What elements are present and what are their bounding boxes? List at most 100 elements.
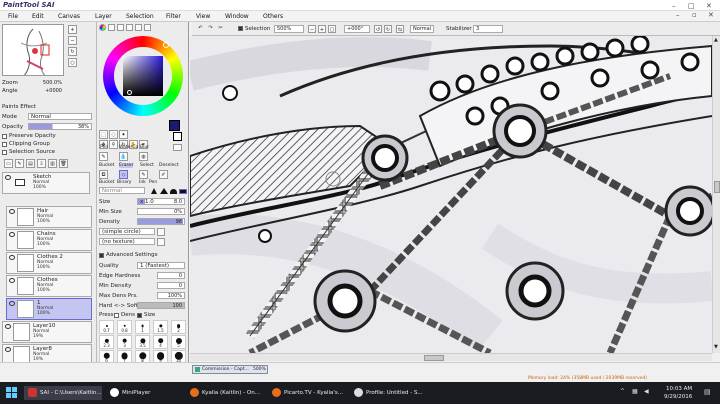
taskbar-item-profile[interactable]: Profile: Untitled - S... (350, 386, 430, 400)
new-layer-icon[interactable]: ▭ (4, 159, 13, 168)
brush-shape-sharp-icon[interactable] (151, 188, 157, 194)
visibility-icon[interactable] (5, 175, 11, 180)
opacity-slider[interactable]: 38% (28, 123, 92, 130)
taskbar-item-kyalia[interactable]: Kyalia (Kaitlin) - On... (186, 386, 264, 400)
tool-ink-label[interactable]: Ink (139, 180, 146, 185)
max-dens-slider[interactable]: 100% (157, 292, 185, 299)
preserve-opacity-checkbox[interactable] (2, 134, 7, 139)
drawing-canvas[interactable] (190, 36, 712, 353)
brush-preset[interactable]: 1 (135, 320, 150, 334)
advanced-settings-toggle[interactable] (99, 253, 104, 258)
delete-layer-icon[interactable]: 🗑 (59, 159, 68, 168)
blend-mode-select[interactable]: Normal (28, 113, 92, 120)
texture-settings-icon[interactable] (157, 238, 165, 246)
rotate-left-icon[interactable]: ↺ (374, 25, 382, 33)
tool-bucket2-label[interactable]: Bucket (99, 180, 114, 185)
secondary-color-swatch[interactable] (173, 132, 182, 141)
visibility-icon[interactable] (9, 232, 15, 237)
brush-shape-flat-icon[interactable] (179, 189, 187, 194)
layer-item[interactable]: Clothes 2 Normal 100% (6, 252, 92, 274)
brush-shape-medium-icon[interactable] (160, 188, 168, 194)
bucket-tool-icon[interactable]: ⛾ (99, 170, 108, 179)
visibility-icon[interactable] (9, 278, 15, 283)
mode-select[interactable]: Normal (410, 25, 434, 33)
tool-waterco-label[interactable]: WaterCo (119, 145, 138, 150)
brush-shape-select[interactable]: (simple circle) (99, 228, 155, 235)
horizontal-scrollbar[interactable] (190, 353, 712, 361)
primary-color-swatch[interactable] (169, 120, 180, 131)
color-marker[interactable] (127, 90, 132, 95)
undo-icon[interactable]: ↶ (196, 24, 205, 33)
menu-layer[interactable]: Layer (95, 13, 112, 20)
swatches-icon[interactable] (144, 24, 151, 31)
nav-zoom-out-icon[interactable]: − (68, 36, 77, 45)
paints-effect-header[interactable]: Paints Effect (2, 104, 36, 110)
brush-texture-select[interactable]: (no texture) (99, 238, 155, 245)
blur-tool-icon[interactable]: ◍ (139, 152, 148, 161)
menu-window[interactable]: Window (225, 13, 249, 20)
watercolor-tool-icon[interactable]: 💧 (119, 152, 128, 161)
redo-icon[interactable]: ↷ (206, 24, 215, 33)
layer-item[interactable]: Layer10 Normal 19% (2, 321, 92, 343)
new-linework-layer-icon[interactable]: ✎ (15, 159, 24, 168)
brush-preset[interactable]: 2 (171, 320, 186, 334)
tool-binary-label[interactable]: Binary (117, 180, 131, 185)
clock-time[interactable]: 10:03 AM (666, 386, 692, 392)
nav-zoom-value[interactable]: 500.0% (40, 80, 62, 86)
maximize-icon[interactable]: □ (688, 2, 695, 10)
scroll-down-icon[interactable]: ▼ (714, 344, 718, 350)
restore-icon[interactable]: ▫ (692, 11, 697, 19)
brush-preset[interactable]: 2.3 (99, 335, 114, 349)
selection-source-checkbox[interactable] (2, 150, 7, 155)
stabilizer-select[interactable]: 3 (473, 25, 503, 33)
menu-edit[interactable]: Edit (32, 13, 44, 20)
deselect-icon[interactable]: ✂ (216, 24, 225, 33)
volume-icon[interactable]: ◀ (644, 388, 649, 395)
quality-select[interactable]: 1 (Fastest) (137, 262, 185, 269)
press-size-checkbox[interactable] (137, 313, 142, 318)
visibility-icon[interactable] (9, 209, 15, 214)
tool-pen-label[interactable]: Pen (100, 145, 108, 150)
layer-item[interactable]: Clothes Normal 100% (6, 275, 92, 297)
menu-view[interactable]: View (196, 13, 210, 20)
visibility-icon[interactable] (9, 255, 15, 260)
menu-file[interactable]: File (8, 13, 18, 20)
taskbar-item-miniplayer[interactable]: MiniPlayer (106, 386, 182, 400)
brush-preset[interactable]: 4 (153, 335, 168, 349)
merge-down-icon[interactable]: ⇩ (37, 159, 46, 168)
brush-preset[interactable]: 3.5 (135, 335, 150, 349)
min-density-slider[interactable]: 0 (157, 282, 185, 289)
lasso-icon[interactable]: ◌ (109, 130, 118, 139)
zoom-field[interactable]: 500% (274, 25, 304, 33)
visibility-icon[interactable] (5, 347, 11, 352)
eraser-tool-icon[interactable]: ◇ (119, 170, 128, 179)
transparent-color-icon[interactable] (173, 144, 182, 151)
density-slider[interactable]: 98 (137, 218, 185, 225)
color-wheel[interactable] (103, 36, 183, 116)
flip-icon[interactable]: ⇆ (396, 25, 404, 33)
clear-layer-icon[interactable]: ▥ (48, 159, 57, 168)
brush-preset[interactable]: 0.8 (117, 320, 132, 334)
press-dens-checkbox[interactable] (114, 313, 119, 318)
minimize-icon[interactable]: – (672, 2, 676, 10)
start-icon[interactable] (6, 387, 17, 398)
horizontal-scroll-thumb[interactable] (424, 355, 444, 361)
clock-date[interactable]: 9/29/2016 (664, 394, 692, 400)
nav-zoom-in-icon[interactable]: + (68, 25, 77, 34)
close-icon[interactable]: ✕ (706, 2, 712, 10)
brush-preset[interactable]: 3 (117, 335, 132, 349)
network-icon[interactable]: ▦ (632, 388, 638, 395)
size-slider[interactable]: x 1.0 8.0 (137, 198, 185, 205)
clipping-group-checkbox[interactable] (2, 142, 7, 147)
hue-marker[interactable] (163, 42, 169, 48)
deselect-pen-icon[interactable]: ✐ (159, 170, 168, 179)
rgb-slider-icon[interactable] (108, 24, 115, 31)
tool-mode-select[interactable]: Normal (99, 187, 145, 194)
notifications-icon[interactable]: ▤ (704, 388, 711, 396)
palette-icon[interactable] (126, 24, 133, 31)
color-wheel-icon[interactable] (99, 24, 106, 31)
min-size-slider[interactable]: 0% (137, 208, 185, 215)
brush-preset[interactable]: 1.5 (153, 320, 168, 334)
hsv-slider-icon[interactable] (117, 24, 124, 31)
tool-pen2-label[interactable]: Pen (149, 180, 157, 185)
